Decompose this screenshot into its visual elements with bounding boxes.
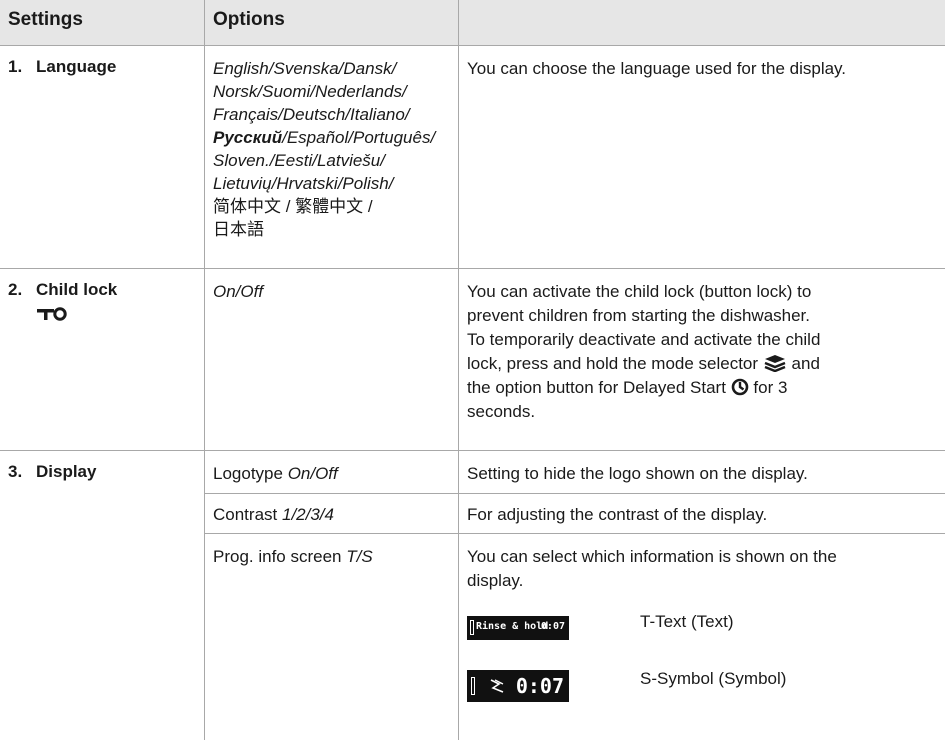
lcd-program-name: Rinse & hold [476, 621, 549, 632]
option-line-cjk: 简体中文 / 繁體中文 / [213, 197, 373, 216]
description-text: lock, press and hold the mode selector [467, 354, 759, 373]
divider [0, 268, 945, 269]
header-options: Options [213, 9, 285, 30]
description-line: lock, press and hold the mode selector a… [467, 352, 937, 376]
setting-description: You can choose the language used for the… [467, 59, 847, 78]
header-settings: Settings [8, 9, 83, 30]
divider [0, 450, 945, 451]
description-text: the option button for Delayed Start [467, 378, 726, 397]
description-line: You can select which information is show… [467, 547, 837, 566]
option-russian: Русский [213, 128, 283, 147]
lcd-time: 0:07 [515, 674, 564, 698]
divider [204, 0, 205, 740]
description-line: the option button for Delayed Start for … [467, 376, 937, 400]
setting-description: For adjusting the contrast of the displa… [467, 505, 768, 524]
description-line: prevent children from starting the dishw… [467, 306, 811, 325]
option-value: Logotype On/Off [213, 462, 338, 485]
row-number: 2. [8, 280, 23, 299]
key-icon [37, 307, 67, 321]
status-bar-indicator [471, 677, 475, 695]
option-label: Logotype [213, 464, 283, 483]
row-number: 1. [8, 57, 23, 76]
description-text: and [791, 354, 820, 373]
divider [204, 533, 945, 534]
setting-description: You can select which information is show… [467, 545, 937, 593]
table-header [0, 0, 945, 45]
option-choice: On/Off [287, 464, 338, 483]
rinse-symbol-icon [490, 679, 504, 693]
clock-icon [731, 378, 748, 396]
option-line-rest: /Español/Português/ [282, 128, 436, 147]
status-bar-indicator [470, 620, 474, 635]
divider [458, 0, 459, 740]
row-number: 3. [8, 462, 23, 481]
option-label: Prog. info screen [213, 547, 342, 566]
option-choice: 1/2/3/4 [281, 505, 334, 524]
divider [204, 493, 945, 494]
t-text-caption: T-Text (Text) [640, 612, 734, 631]
option-line: Русский/Español/Português/ [213, 126, 453, 149]
setting-description: You can activate the child lock (button … [467, 280, 937, 424]
option-value: On/Off [213, 282, 264, 301]
setting-name: Display [36, 462, 97, 481]
setting-name: Language [36, 57, 117, 76]
setting-name: Child lock [36, 280, 118, 299]
option-line: Français/Deutsch/Italiano/ [213, 105, 410, 124]
option-line: Lietuvių/Hrvatski/Polish/ [213, 174, 394, 193]
lcd-symbol-sample: 0:07 [467, 670, 569, 702]
option-value: Contrast 1/2/3/4 [213, 503, 334, 526]
description-line: display. [467, 571, 524, 590]
description-line: seconds. [467, 402, 536, 421]
lcd-time: 0:07 [540, 621, 565, 632]
option-choice: T/S [346, 547, 373, 566]
option-value: Prog. info screen T/S [213, 545, 373, 568]
option-label: Contrast [213, 505, 278, 524]
option-line-cjk: 日本語 [213, 220, 264, 239]
option-line: Norsk/Suomi/Nederlands/ [213, 82, 407, 101]
description-line: You can activate the child lock (button … [467, 282, 812, 301]
divider [0, 45, 945, 46]
lcd-text-sample: Rinse & hold 0:07 [467, 616, 569, 640]
s-symbol-caption: S-Symbol (Symbol) [640, 669, 787, 688]
option-line: Sloven./Eesti/Latviešu/ [213, 151, 385, 170]
option-line: English/Svenska/Dansk/ [213, 59, 397, 78]
mode-selector-icon [764, 355, 786, 372]
description-line: To temporarily deactivate and activate t… [467, 330, 821, 349]
language-options: English/Svenska/Dansk/ Norsk/Suomi/Neder… [213, 57, 453, 241]
setting-description: Setting to hide the logo shown on the di… [467, 464, 808, 483]
description-text: for 3 [753, 378, 788, 397]
